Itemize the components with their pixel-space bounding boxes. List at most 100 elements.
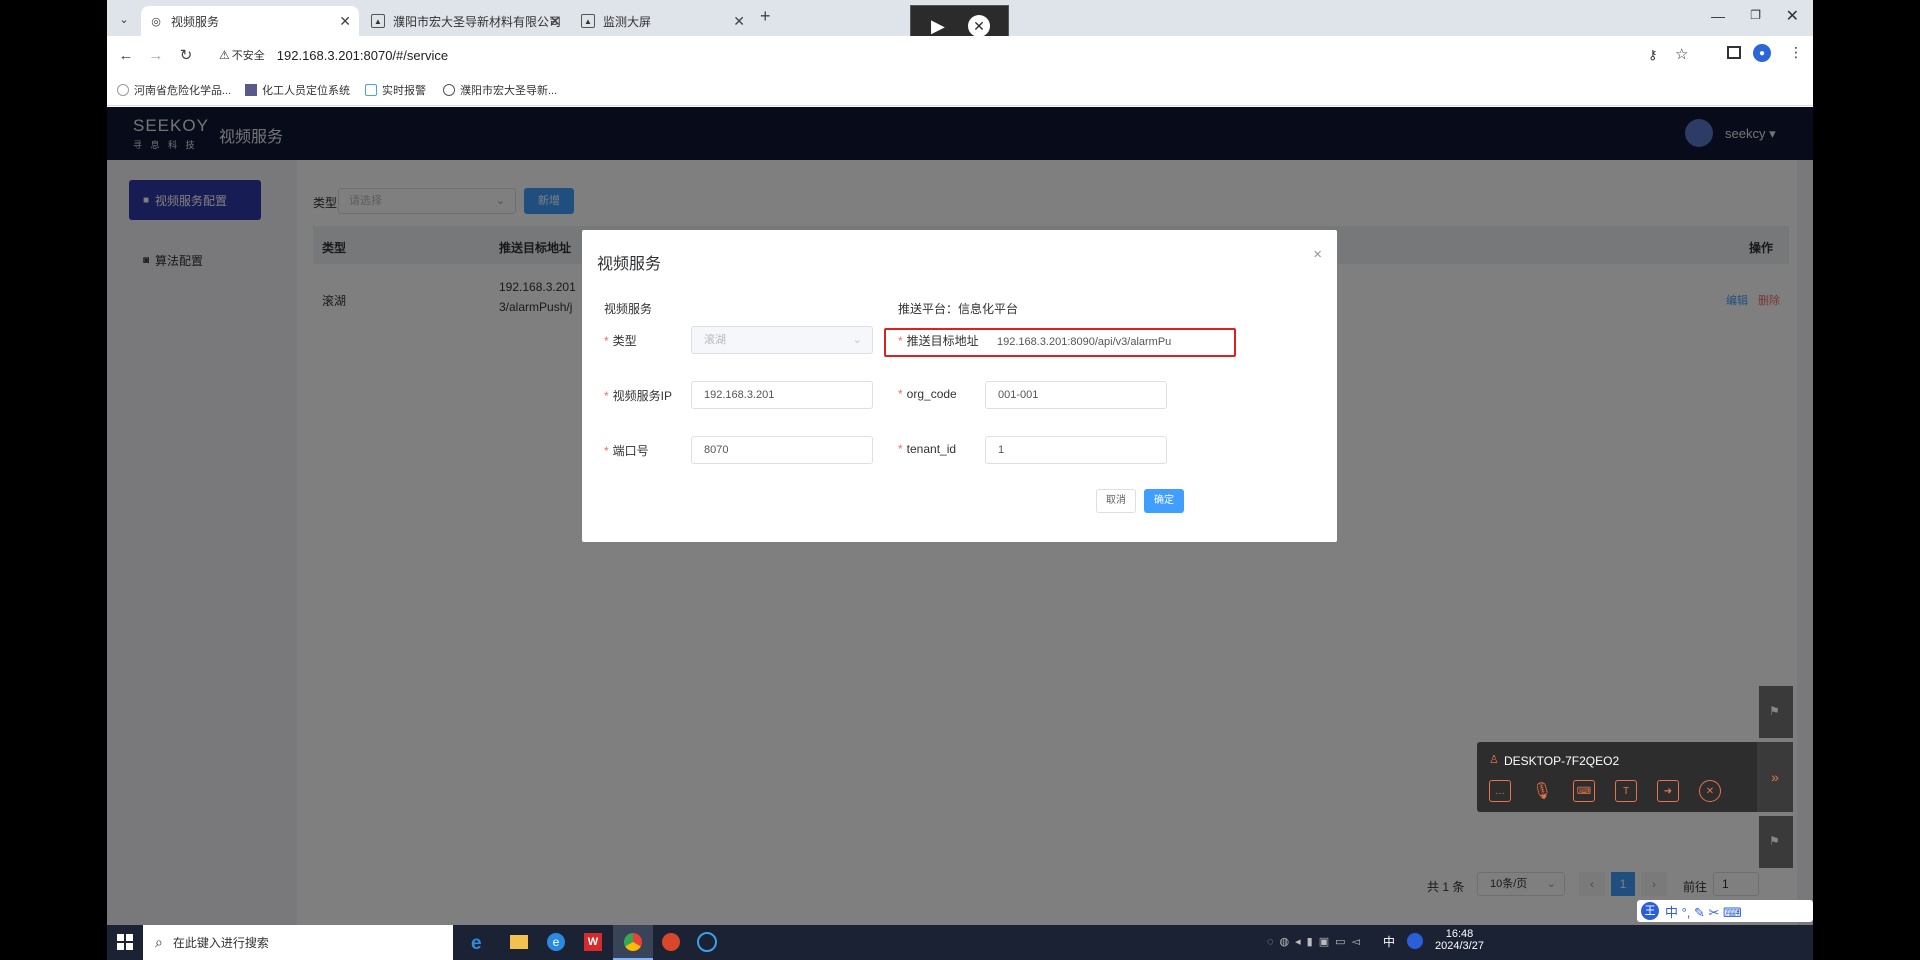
flag-icon: ⚑ <box>1769 834 1780 848</box>
port-label: * 端口号 <box>604 444 649 458</box>
section-title-video-service: 视频服务 <box>604 302 653 316</box>
remote-side-tile[interactable]: ⚑ <box>1759 686 1793 738</box>
target-label: * 推送目标地址 <box>898 334 979 348</box>
tab-search-chevron-icon[interactable]: ⌄ <box>113 8 135 30</box>
ip-label: * 视频服务IP <box>604 389 673 403</box>
chat-icon[interactable]: … <box>1489 780 1511 802</box>
target-address-input[interactable]: 192.168.3.201:8090/api/v3/alarmPu <box>985 330 1184 354</box>
browser-window: ⌄ ◎ 视频服务 ✕ ▲ 濮阳市宏大圣导新材料有限公司 ✕ ▲ 监测大屏 ✕ +… <box>107 0 1813 960</box>
type-select[interactable]: 滚湖 ⌄ <box>691 326 873 354</box>
remote-flag-icon[interactable]: ▶ <box>931 16 945 37</box>
remote-control-icon[interactable]: ⌨ <box>1573 780 1595 802</box>
bookmark-item[interactable]: 河南省危险化学品... <box>117 82 231 98</box>
clock[interactable]: 16:48 2024/3/27 <box>1435 928 1484 952</box>
close-tab-icon[interactable]: ✕ <box>733 13 745 30</box>
bookmark-star-icon[interactable]: ☆ <box>1675 45 1688 63</box>
tenant-id-label: * tenant_id <box>898 442 957 456</box>
label-text: org_code <box>906 387 957 401</box>
restore-icon[interactable]: ❐ <box>1750 8 1761 22</box>
menu-dots-icon[interactable]: ⋮ <box>1789 44 1803 61</box>
chrome-icon <box>624 933 642 951</box>
bookmark-label: 化工人员定位系统 <box>262 85 350 97</box>
ip-input[interactable]: 192.168.3.201 <box>691 381 873 409</box>
windows-taskbar: ⌕ 在此键入进行搜索 e e W ◌◍◂▮▣▭◅ 中 16:48 2024/3/… <box>107 925 1813 960</box>
remote-app-icon[interactable] <box>662 933 680 951</box>
ie-icon[interactable]: e <box>471 933 482 955</box>
dialog-title: 视频服务 <box>597 256 662 273</box>
wps-icon[interactable]: W <box>584 933 602 951</box>
disconnect-icon[interactable]: ✕ <box>1699 780 1721 802</box>
org-code-label: * org_code <box>898 387 957 401</box>
bookmark-item[interactable]: 濮阳市宏大圣导新... <box>443 82 557 98</box>
file-explorer-icon[interactable] <box>510 935 528 949</box>
remote-side-tile[interactable]: ⚑ <box>1759 816 1793 868</box>
search-placeholder: 在此键入进行搜索 <box>172 936 269 950</box>
site-icon: ▲ <box>581 14 595 28</box>
video-service-dialog: 视频服务 × 视频服务 推送平台：信息化平台 * 类型 滚湖 ⌄ * 视频服务IP 1… <box>582 230 1337 542</box>
remote-device-panel: ♙ DESKTOP-7F2QEO2 … 🎙︎ ⌨ T ➜ ✕ » <box>1477 742 1793 812</box>
port-input[interactable]: 8070 <box>691 436 873 464</box>
select-value: 滚湖 <box>704 334 726 346</box>
security-label[interactable]: 不安全 <box>232 47 265 63</box>
flag-icon: ⚑ <box>1769 704 1780 718</box>
dialog-close-icon[interactable]: × <box>1313 246 1322 263</box>
window-close-icon[interactable]: ✕ <box>1786 6 1799 26</box>
globe-icon: ◎ <box>151 15 161 28</box>
label-text: 端口号 <box>612 444 649 458</box>
bookmark-item[interactable]: 化工人员定位系统 <box>245 82 350 98</box>
browser-toolbar: ← → ↻ ⚠ 不安全 192.168.3.201:8070/#/service… <box>107 36 1813 74</box>
tenant-id-input[interactable]: 1 <box>985 436 1167 464</box>
side-panel-icon[interactable] <box>1727 46 1741 59</box>
label-text: 视频服务IP <box>612 389 673 403</box>
taskbar-search-box[interactable]: ⌕ 在此键入进行搜索 <box>143 925 453 960</box>
forward-icon[interactable]: → <box>145 44 167 66</box>
clock-time: 16:48 <box>1445 928 1474 940</box>
url-text[interactable]: 192.168.3.201:8070/#/service <box>277 48 448 63</box>
bookmark-item[interactable]: 实时报警 <box>365 82 426 98</box>
cancel-button[interactable]: 取消 <box>1096 489 1136 513</box>
globe-icon <box>443 84 455 96</box>
page-icon <box>117 84 129 96</box>
address-bar[interactable]: ⚠ 不安全 192.168.3.201:8070/#/service <box>211 41 1771 69</box>
site-icon <box>245 84 257 96</box>
microphone-icon[interactable]: 🎙︎ <box>1531 780 1553 802</box>
ime-indicator[interactable]: 中 <box>1383 933 1395 950</box>
tab-video-service[interactable]: ◎ 视频服务 ✕ <box>141 6 359 36</box>
org-code-input[interactable]: 001-001 <box>985 381 1167 409</box>
bookmark-label: 实时报警 <box>382 85 426 97</box>
ime-icon[interactable] <box>1407 933 1423 949</box>
profile-icon[interactable]: ● <box>1753 44 1771 62</box>
clock-date: 2024/3/27 <box>1435 940 1484 952</box>
tab-title: 视频服务 <box>171 14 220 29</box>
type-label: * 类型 <box>604 334 637 348</box>
close-tab-icon[interactable]: ✕ <box>549 13 561 30</box>
ime-tools: 中 °, ✎ ✂ ⌨ <box>1665 904 1742 920</box>
close-tab-icon[interactable]: ✕ <box>339 13 351 30</box>
ime-toolbar[interactable]: 王 中 °, ✎ ✂ ⌨ <box>1637 900 1813 922</box>
new-tab-button[interactable]: + <box>760 6 771 27</box>
ime-logo-icon: 王 <box>1641 902 1659 920</box>
system-tray-icons[interactable]: ◌◍◂▮▣▭◅ <box>1267 935 1366 948</box>
device-name: DESKTOP-7F2QEO2 <box>1504 754 1620 768</box>
site-icon: ▲ <box>371 14 385 28</box>
file-transfer-icon[interactable]: ➜ <box>1657 780 1679 802</box>
confirm-button[interactable]: 确定 <box>1144 489 1184 513</box>
tab-title: 濮阳市宏大圣导新材料有限公司 <box>393 14 562 29</box>
app-icon[interactable] <box>697 932 717 952</box>
back-icon[interactable]: ← <box>115 44 137 66</box>
user-icon: ♙ <box>1489 754 1499 766</box>
remote-close-icon[interactable]: ✕ <box>968 15 990 37</box>
browser-e-icon[interactable]: e <box>547 933 565 951</box>
section-title-push-platform: 推送平台：信息化平台 <box>898 302 1019 316</box>
tab-company[interactable]: ▲ 濮阳市宏大圣导新材料有限公司 ✕ <box>363 6 569 36</box>
tab-strip: ⌄ ◎ 视频服务 ✕ ▲ 濮阳市宏大圣导新材料有限公司 ✕ ▲ 监测大屏 ✕ +… <box>107 0 1813 48</box>
password-key-icon[interactable]: ⚷ <box>1648 47 1658 63</box>
reload-icon[interactable]: ↻ <box>175 44 197 66</box>
text-icon[interactable]: T <box>1615 780 1637 802</box>
expand-chevron-icon[interactable]: » <box>1757 742 1793 812</box>
windows-start-icon[interactable] <box>117 934 133 950</box>
chrome-taskbar-button[interactable] <box>613 925 653 960</box>
bookmarks-bar: 河南省危险化学品... 化工人员定位系统 实时报警 濮阳市宏大圣导新... <box>107 74 1813 106</box>
tab-monitor-screen[interactable]: ▲ 监测大屏 ✕ <box>573 6 753 36</box>
minimize-icon[interactable]: — <box>1711 8 1725 24</box>
